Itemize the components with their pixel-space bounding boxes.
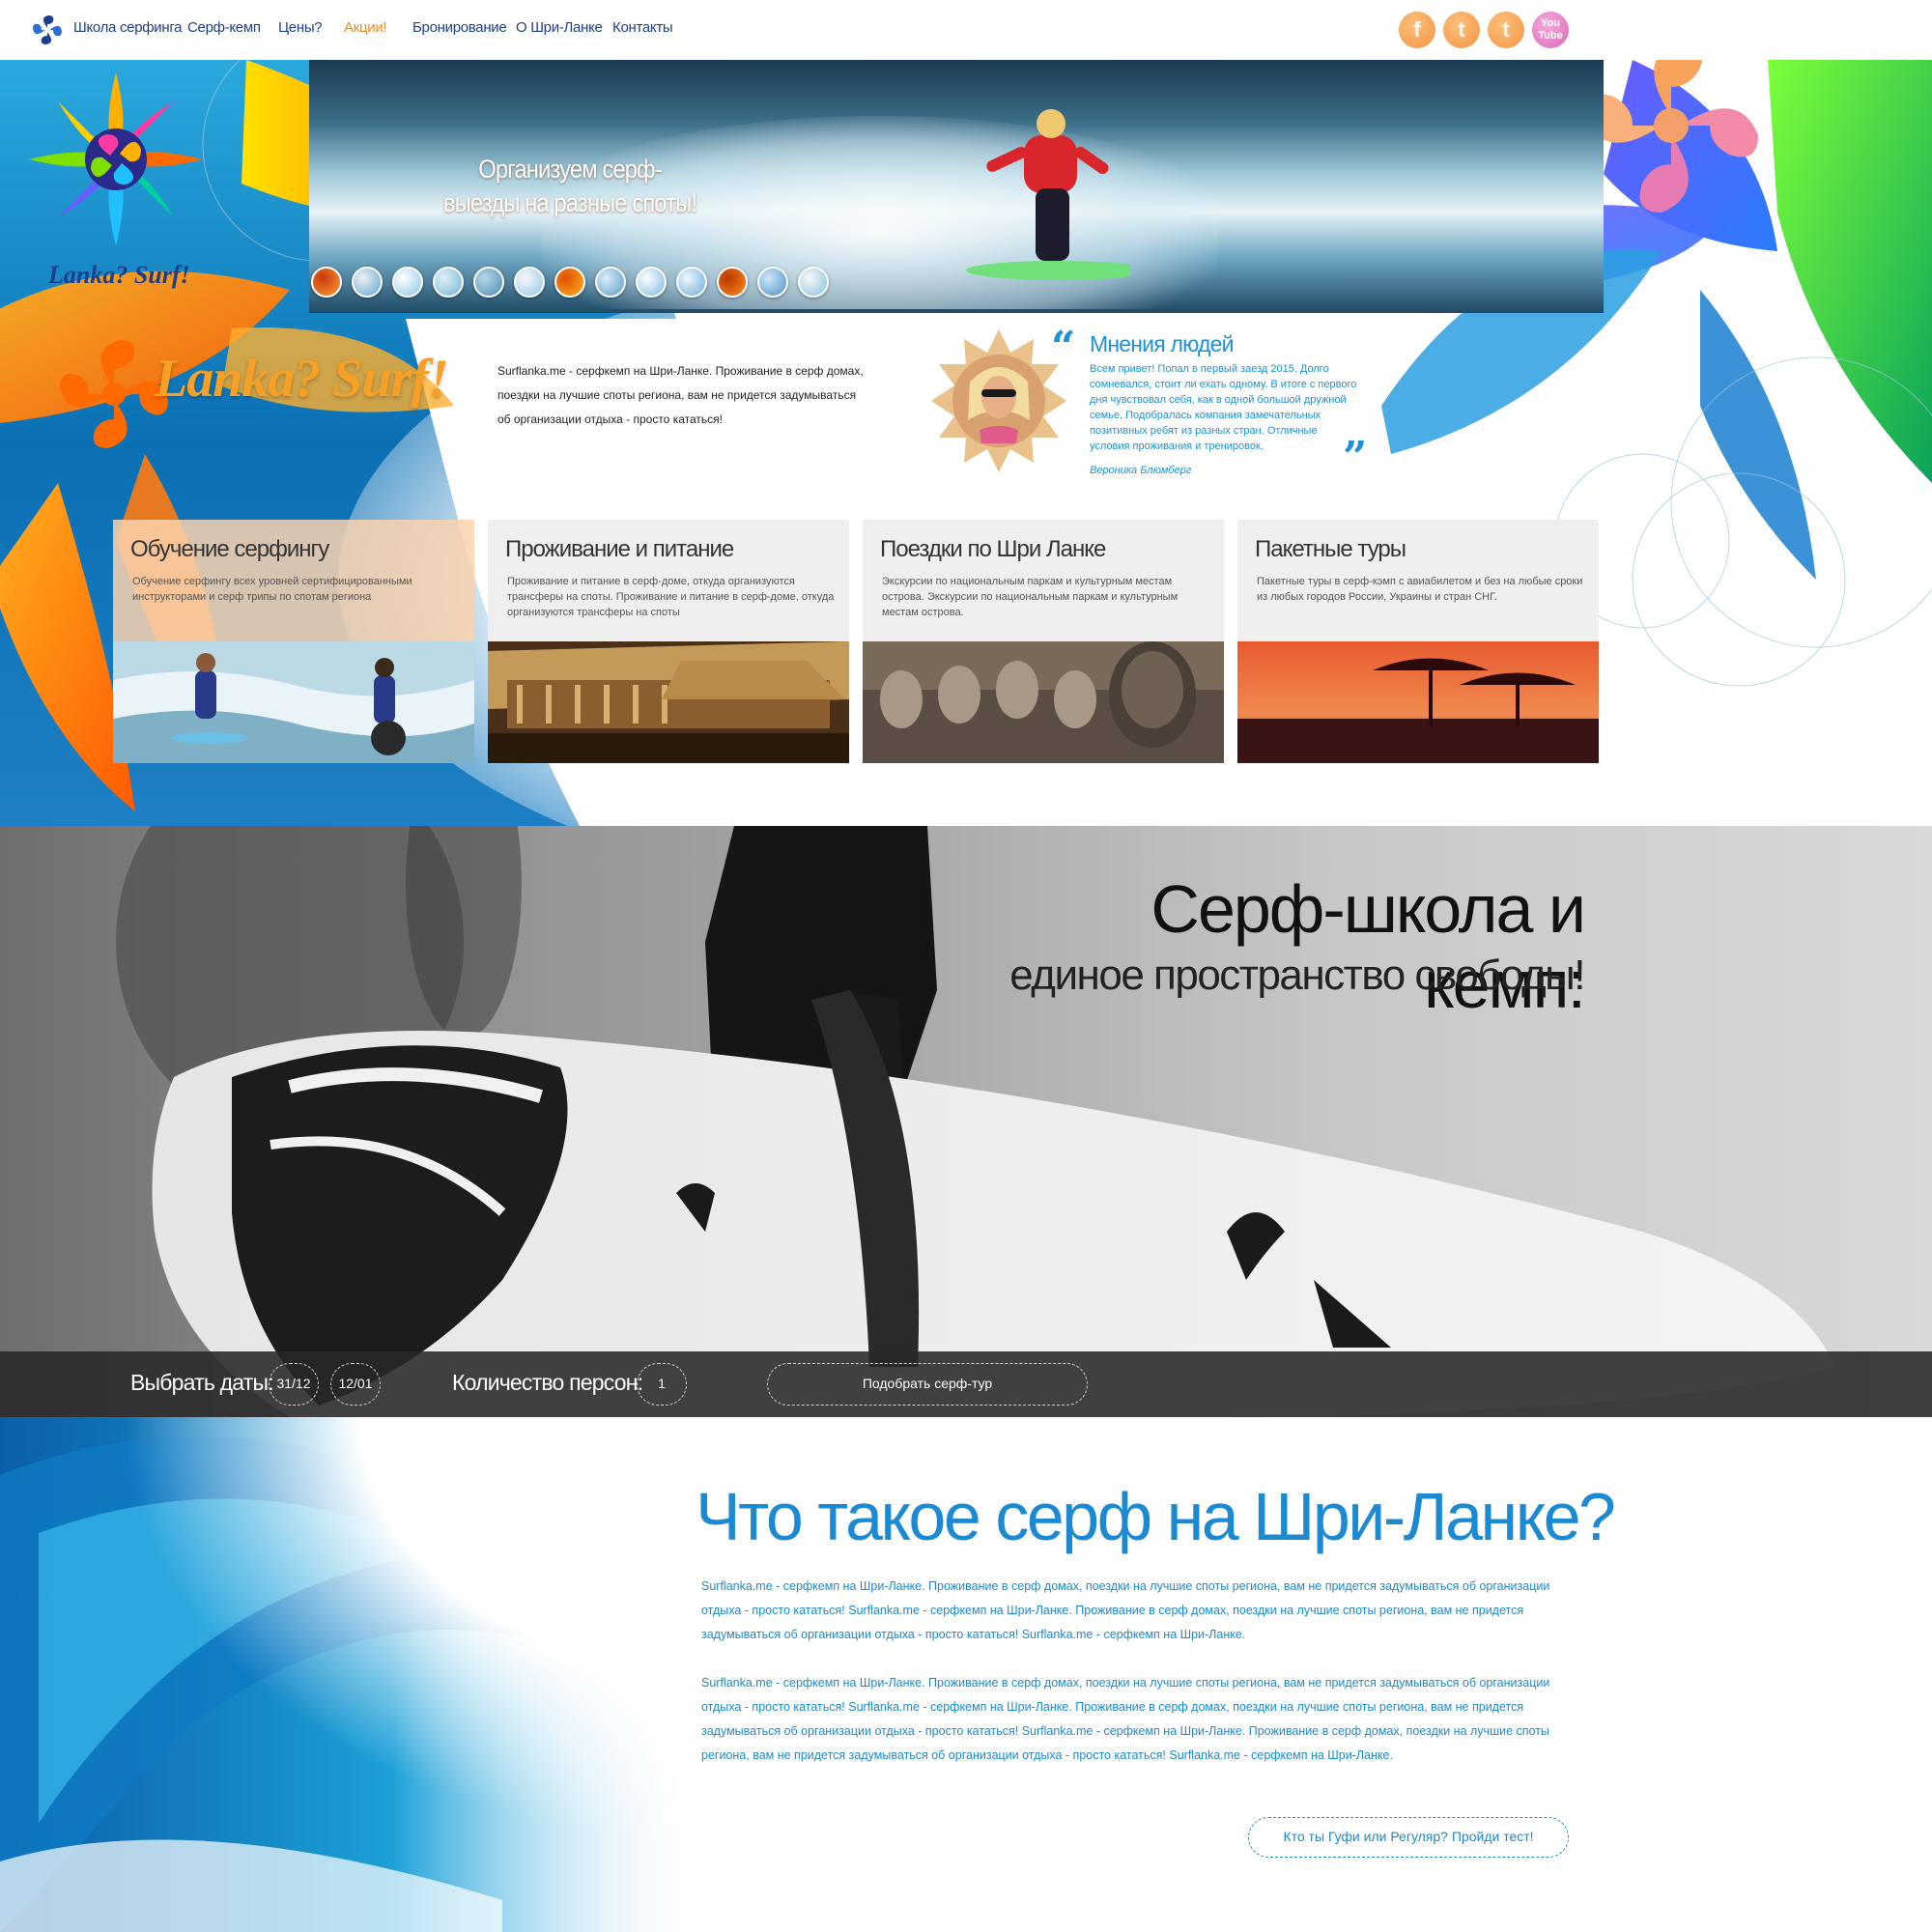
card-surf-school[interactable]: Обучение серфингу Обучение серфингу всех…	[113, 520, 474, 763]
card-image-surf-lesson	[113, 641, 474, 763]
persons-label: Количество персон:	[452, 1370, 643, 1395]
card-title: Пакетные туры	[1255, 536, 1406, 562]
surfer-kid-image	[966, 109, 1130, 280]
slider-thumbnail[interactable]	[392, 267, 423, 298]
about-paragraph-1: Surflanka.me - серфкемп на Шри-Ланке. Пр…	[701, 1579, 1550, 1641]
nav-about-sri-lanka[interactable]: О Шри-Ланке	[516, 19, 603, 36]
hero-slogan: Организуем серф-выезды на разные споты!	[442, 155, 697, 217]
slider-thumbnail[interactable]	[676, 267, 707, 298]
card-title: Поездки по Шри Ланке	[880, 536, 1106, 562]
review-text: Всем привет! Попал в первый заезд 2015. …	[1090, 363, 1357, 452]
banner-subtitle: единое пространство свободы!	[1009, 952, 1585, 999]
site-logo-icon[interactable]	[33, 15, 62, 44]
review-avatar	[931, 329, 1066, 472]
surfer-board-image	[116, 826, 1835, 1417]
facebook-icon[interactable]: f	[1399, 12, 1435, 48]
nav-prices[interactable]: Цены?	[278, 19, 323, 36]
nav-promotions[interactable]: Акции!	[344, 19, 387, 36]
card-title: Обучение серфингу	[130, 536, 329, 562]
slider-thumbnail[interactable]	[636, 267, 667, 298]
slider-thumbnail[interactable]	[352, 267, 383, 298]
date-from-picker[interactable]: 31/12	[269, 1363, 319, 1406]
persons-input[interactable]: 1	[637, 1363, 687, 1406]
quote-open-icon: “	[1051, 323, 1076, 372]
find-tour-button[interactable]: Подобрать серф-тур	[767, 1363, 1088, 1406]
slider-thumbnail[interactable]	[311, 267, 342, 298]
date-to-picker[interactable]: 12/01	[330, 1363, 381, 1406]
card-text: Пакетные туры в серф-кэмп с авиабилетом …	[1257, 576, 1583, 603]
dates-label: Выбрать даты:	[130, 1370, 274, 1395]
card-image-hut	[488, 641, 849, 763]
nav-booking[interactable]: Бронирование	[412, 19, 507, 36]
nav-surf-camp[interactable]: Серф-кемп	[187, 19, 261, 36]
review-author: Вероника Блюмберг	[1090, 465, 1192, 476]
card-text: Обучение серфингу всех уровней сертифици…	[132, 576, 412, 603]
slider-thumbnail[interactable]	[798, 267, 829, 298]
intro-text: Surflanka.me - серфкемп на Шри-Ланке. Пр…	[497, 364, 864, 426]
slider-thumbnail[interactable]	[433, 267, 464, 298]
bw-surfboard-banner	[0, 826, 1932, 1417]
quote-close-icon: ”	[1343, 433, 1368, 482]
card-title: Проживание и питание	[505, 536, 734, 562]
twitter-icon[interactable]: t	[1443, 12, 1480, 48]
card-accommodation[interactable]: Проживание и питание Проживание и питани…	[488, 520, 849, 763]
about-paragraph-2: Surflanka.me - серфкемп на Шри-Ланке. Пр…	[701, 1676, 1550, 1762]
brand-logo-small: Lanka? Surf!	[48, 261, 190, 289]
about-title: Что такое серф на Шри-Ланке?	[696, 1479, 1616, 1554]
brand-logo-text: Lanka? Surf!	[155, 349, 449, 409]
youtube-icon[interactable]: You Tube	[1532, 12, 1569, 48]
card-text: Проживание и питание в серф-доме, откуда…	[507, 576, 835, 618]
slider-thumbnail[interactable]	[595, 267, 626, 298]
nav-surf-school[interactable]: Школа серфинга	[73, 19, 183, 36]
card-image-sunset-beach	[1237, 641, 1599, 763]
card-package-tours[interactable]: Пакетные туры Пакетные туры в серф-кэмп …	[1237, 520, 1599, 763]
nav-contacts[interactable]: Контакты	[612, 19, 673, 36]
tumblr-icon[interactable]: t	[1488, 12, 1524, 48]
slider-thumbnail[interactable]	[554, 267, 585, 298]
top-navigation: Школа серфинга Серф-кемп Цены? Акции! Бр…	[0, 0, 1932, 60]
card-image-buddha	[863, 641, 1224, 763]
slider-thumbnail[interactable]	[514, 267, 545, 298]
card-text: Экскурсии по национальным паркам и культ…	[882, 576, 1179, 618]
slider-thumbnail[interactable]	[717, 267, 748, 298]
review-title: Мнения людей	[1090, 331, 1234, 356]
card-trips[interactable]: Поездки по Шри Ланке Экскурсии по национ…	[863, 520, 1224, 763]
slider-thumbnail[interactable]	[473, 267, 504, 298]
bottom-wave-image	[0, 1417, 715, 1932]
goofy-regular-test-button[interactable]: Кто ты Гуфи или Регуляр? Пройди тест!	[1248, 1817, 1569, 1858]
slider-thumbnail[interactable]	[757, 267, 788, 298]
